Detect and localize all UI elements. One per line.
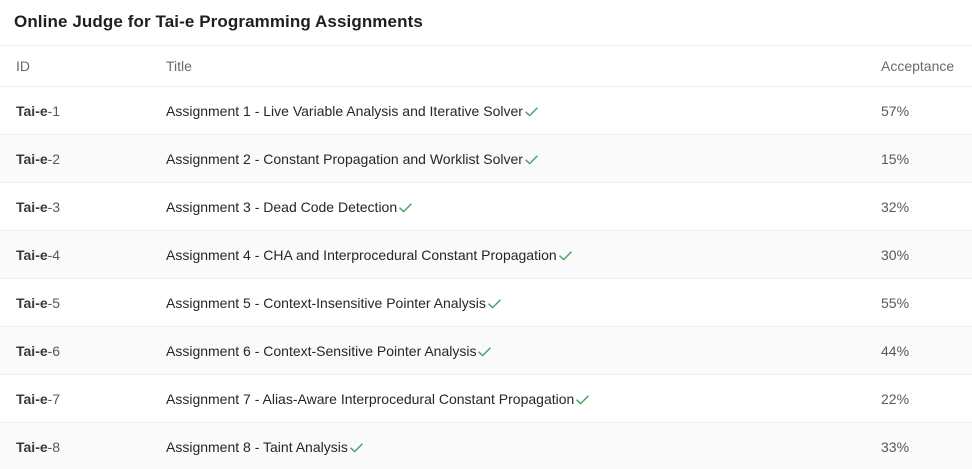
page: Online Judge for Tai-e Programming Assig… xyxy=(0,0,972,469)
problem-title-cell: Assignment 5 - Context-Insensitive Point… xyxy=(150,278,866,327)
check-icon xyxy=(350,442,363,452)
check-icon xyxy=(558,250,572,260)
problem-title-link[interactable]: Assignment 6 - Context-Sensitive Pointer… xyxy=(166,343,476,359)
problem-id-cell: Tai-e-3 xyxy=(0,182,150,231)
column-header-title[interactable]: Title xyxy=(150,46,866,87)
table-row[interactable]: Tai-e-4 Assignment 4 - CHA and Interproce… xyxy=(0,230,972,279)
problem-id-cell: Tai-e-8 xyxy=(0,422,150,469)
problem-id-cell: Tai-e-5 xyxy=(0,278,150,327)
problem-id-prefix: Tai-e xyxy=(16,198,48,215)
problem-id-prefix: Tai-e xyxy=(16,390,48,407)
problem-title-cell: Assignment 4 - CHA and Interprocedural C… xyxy=(150,230,866,279)
problem-id-number: -8 xyxy=(47,438,61,455)
problem-title-cell: Assignment 6 - Context-Sensitive Pointer… xyxy=(150,326,866,375)
check-icon xyxy=(478,346,492,356)
table-row[interactable]: Tai-e-6 Assignment 6 - Context-Sensitive … xyxy=(0,326,972,375)
problem-id-cell: Tai-e-4 xyxy=(0,230,150,279)
problem-id-prefix: Tai-e xyxy=(16,102,48,119)
acceptance-rate: 32% xyxy=(866,182,972,231)
check-icon xyxy=(488,298,501,308)
problem-title-cell: Assignment 7 - Alias-Aware Interprocedur… xyxy=(150,374,866,423)
problem-id-cell: Tai-e-6 xyxy=(0,326,150,375)
problem-id-cell: Tai-e-1 xyxy=(0,86,150,135)
problem-id-cell: Tai-e-7 xyxy=(0,374,150,423)
table-header-row: ID Title Acceptance xyxy=(0,46,972,87)
problem-id-prefix: Tai-e xyxy=(16,246,48,263)
check-icon xyxy=(525,154,538,164)
problem-id-prefix: Tai-e xyxy=(16,342,48,359)
problem-title-link[interactable]: Assignment 1 - Live Variable Analysis an… xyxy=(166,103,523,119)
assignments-table: ID Title Acceptance Tai-e-1 Assignment 1 … xyxy=(0,46,972,469)
table-row[interactable]: Tai-e-8 Assignment 8 - Taint Analysis 33% xyxy=(0,422,972,469)
problem-id-number: -4 xyxy=(47,246,61,263)
table-row[interactable]: Tai-e-1 Assignment 1 - Live Variable Anal… xyxy=(0,86,972,135)
acceptance-rate: 57% xyxy=(866,86,972,135)
acceptance-rate: 44% xyxy=(866,326,972,375)
problem-id-number: -1 xyxy=(47,102,61,119)
problem-title-cell: Assignment 1 - Live Variable Analysis an… xyxy=(150,86,866,135)
acceptance-rate: 22% xyxy=(866,374,972,423)
table-row[interactable]: Tai-e-7 Assignment 7 - Alias-Aware Interp… xyxy=(0,374,972,423)
problem-title-cell: Assignment 8 - Taint Analysis xyxy=(150,422,866,469)
problem-title-link[interactable]: Assignment 7 - Alias-Aware Interprocedur… xyxy=(166,391,574,407)
problem-id-prefix: Tai-e xyxy=(16,438,48,455)
table-row[interactable]: Tai-e-5 Assignment 5 - Context-Insensitiv… xyxy=(0,278,972,327)
problem-id-prefix: Tai-e xyxy=(16,150,48,167)
acceptance-rate: 33% xyxy=(866,422,972,469)
acceptance-rate: 30% xyxy=(866,230,972,279)
problem-id-number: -5 xyxy=(47,294,61,311)
problem-title-link[interactable]: Assignment 4 - CHA and Interprocedural C… xyxy=(166,247,557,263)
table-row[interactable]: Tai-e-3 Assignment 3 - Dead Code Detectio… xyxy=(0,182,972,231)
column-header-id[interactable]: ID xyxy=(0,46,150,87)
table-body: Tai-e-1 Assignment 1 - Live Variable Anal… xyxy=(0,86,972,469)
problem-title-link[interactable]: Assignment 3 - Dead Code Detection xyxy=(166,199,397,215)
problem-title-cell: Assignment 2 - Constant Propagation and … xyxy=(150,134,866,183)
problem-id-number: -3 xyxy=(47,198,61,215)
problem-title-link[interactable]: Assignment 8 - Taint Analysis xyxy=(166,439,348,455)
check-icon xyxy=(576,394,590,404)
page-title: Online Judge for Tai-e Programming Assig… xyxy=(14,12,423,31)
acceptance-rate: 15% xyxy=(866,134,972,183)
problem-id-prefix: Tai-e xyxy=(16,294,48,311)
problem-title-link[interactable]: Assignment 2 - Constant Propagation and … xyxy=(166,151,523,167)
problem-id-number: -7 xyxy=(47,390,61,407)
problem-id-number: -2 xyxy=(47,150,61,167)
problem-title-link[interactable]: Assignment 5 - Context-Insensitive Point… xyxy=(166,295,486,311)
column-header-acceptance[interactable]: Acceptance xyxy=(866,46,972,87)
problem-id-cell: Tai-e-2 xyxy=(0,134,150,183)
problem-title-cell: Assignment 3 - Dead Code Detection xyxy=(150,182,866,231)
problem-id-number: -6 xyxy=(47,342,61,359)
table-row[interactable]: Tai-e-2 Assignment 2 - Constant Propagati… xyxy=(0,134,972,183)
acceptance-rate: 55% xyxy=(866,278,972,327)
check-icon xyxy=(525,106,538,116)
check-icon xyxy=(399,202,412,212)
title-bar: Online Judge for Tai-e Programming Assig… xyxy=(0,0,972,46)
